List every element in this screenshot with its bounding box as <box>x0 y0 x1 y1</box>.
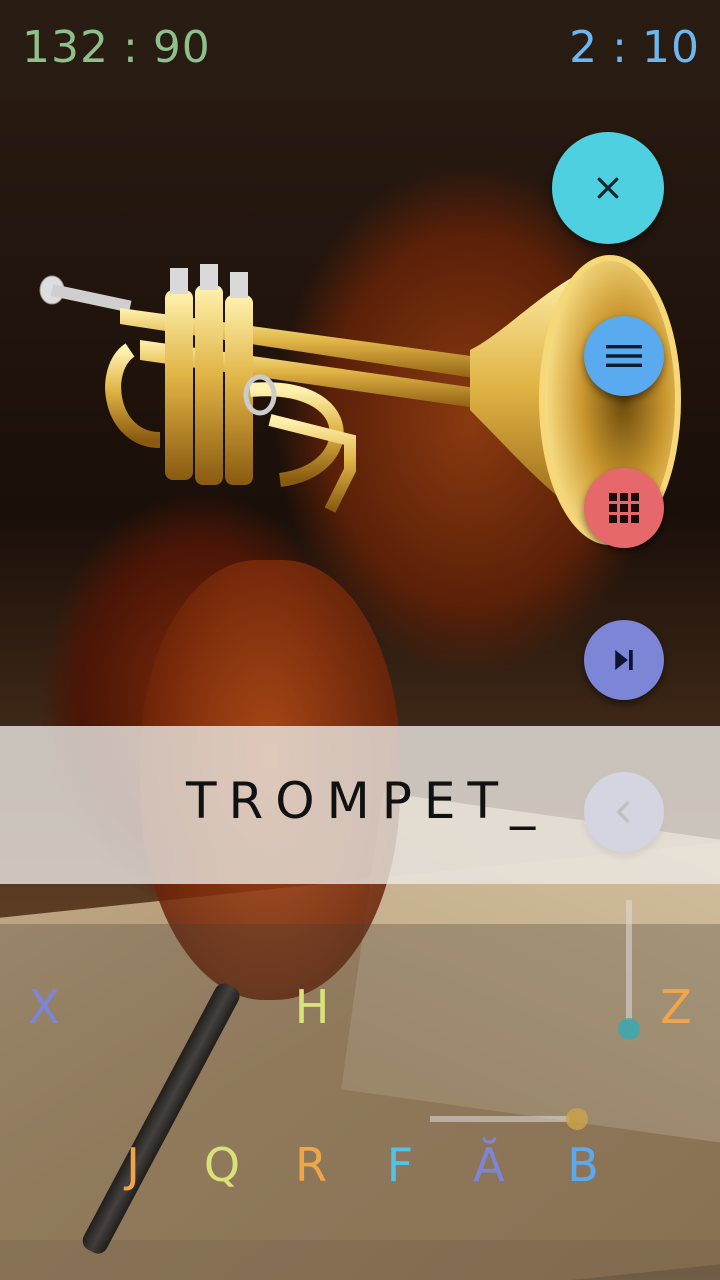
menu-icon <box>606 345 642 367</box>
drag-handle-vertical[interactable] <box>618 1018 640 1040</box>
score-left-separator: : <box>122 22 139 73</box>
letter-tile[interactable]: J <box>126 1142 140 1188</box>
letter-tile[interactable]: X <box>28 984 60 1030</box>
letter-tile[interactable]: H <box>295 984 330 1030</box>
score-left: 132:90 <box>22 22 211 73</box>
grid-button[interactable] <box>584 468 664 548</box>
drag-handle-horizontal[interactable] <box>566 1108 588 1130</box>
skip-button[interactable] <box>584 620 664 700</box>
skip-next-icon <box>615 650 633 670</box>
score-right-separator: : <box>612 22 628 73</box>
score-bar: 132:90 2:10 <box>0 0 720 100</box>
score-right-value-b: 10 <box>642 22 700 73</box>
answer-text: TROMPET_ <box>186 772 548 830</box>
menu-button[interactable] <box>584 316 664 396</box>
letter-tile[interactable]: Ă <box>473 1142 504 1188</box>
letter-tile[interactable]: Q <box>204 1142 240 1188</box>
letter-tile[interactable]: R <box>295 1142 327 1188</box>
drag-track-vertical <box>626 900 632 1020</box>
grid-icon <box>609 493 639 523</box>
letter-tile[interactable]: Z <box>660 984 692 1030</box>
score-right: 2:10 <box>569 22 700 73</box>
close-icon <box>597 177 619 199</box>
score-right-value-a: 2 <box>569 22 599 73</box>
close-button[interactable] <box>552 132 664 244</box>
letter-tile[interactable]: F <box>387 1142 413 1188</box>
letter-tile[interactable]: B <box>567 1142 599 1188</box>
bottom-strip <box>0 1240 720 1280</box>
drag-track-horizontal <box>430 1116 570 1122</box>
letter-panel <box>0 924 720 1240</box>
score-left-value-a: 132 <box>22 22 109 73</box>
score-left-value-b: 90 <box>152 22 211 73</box>
